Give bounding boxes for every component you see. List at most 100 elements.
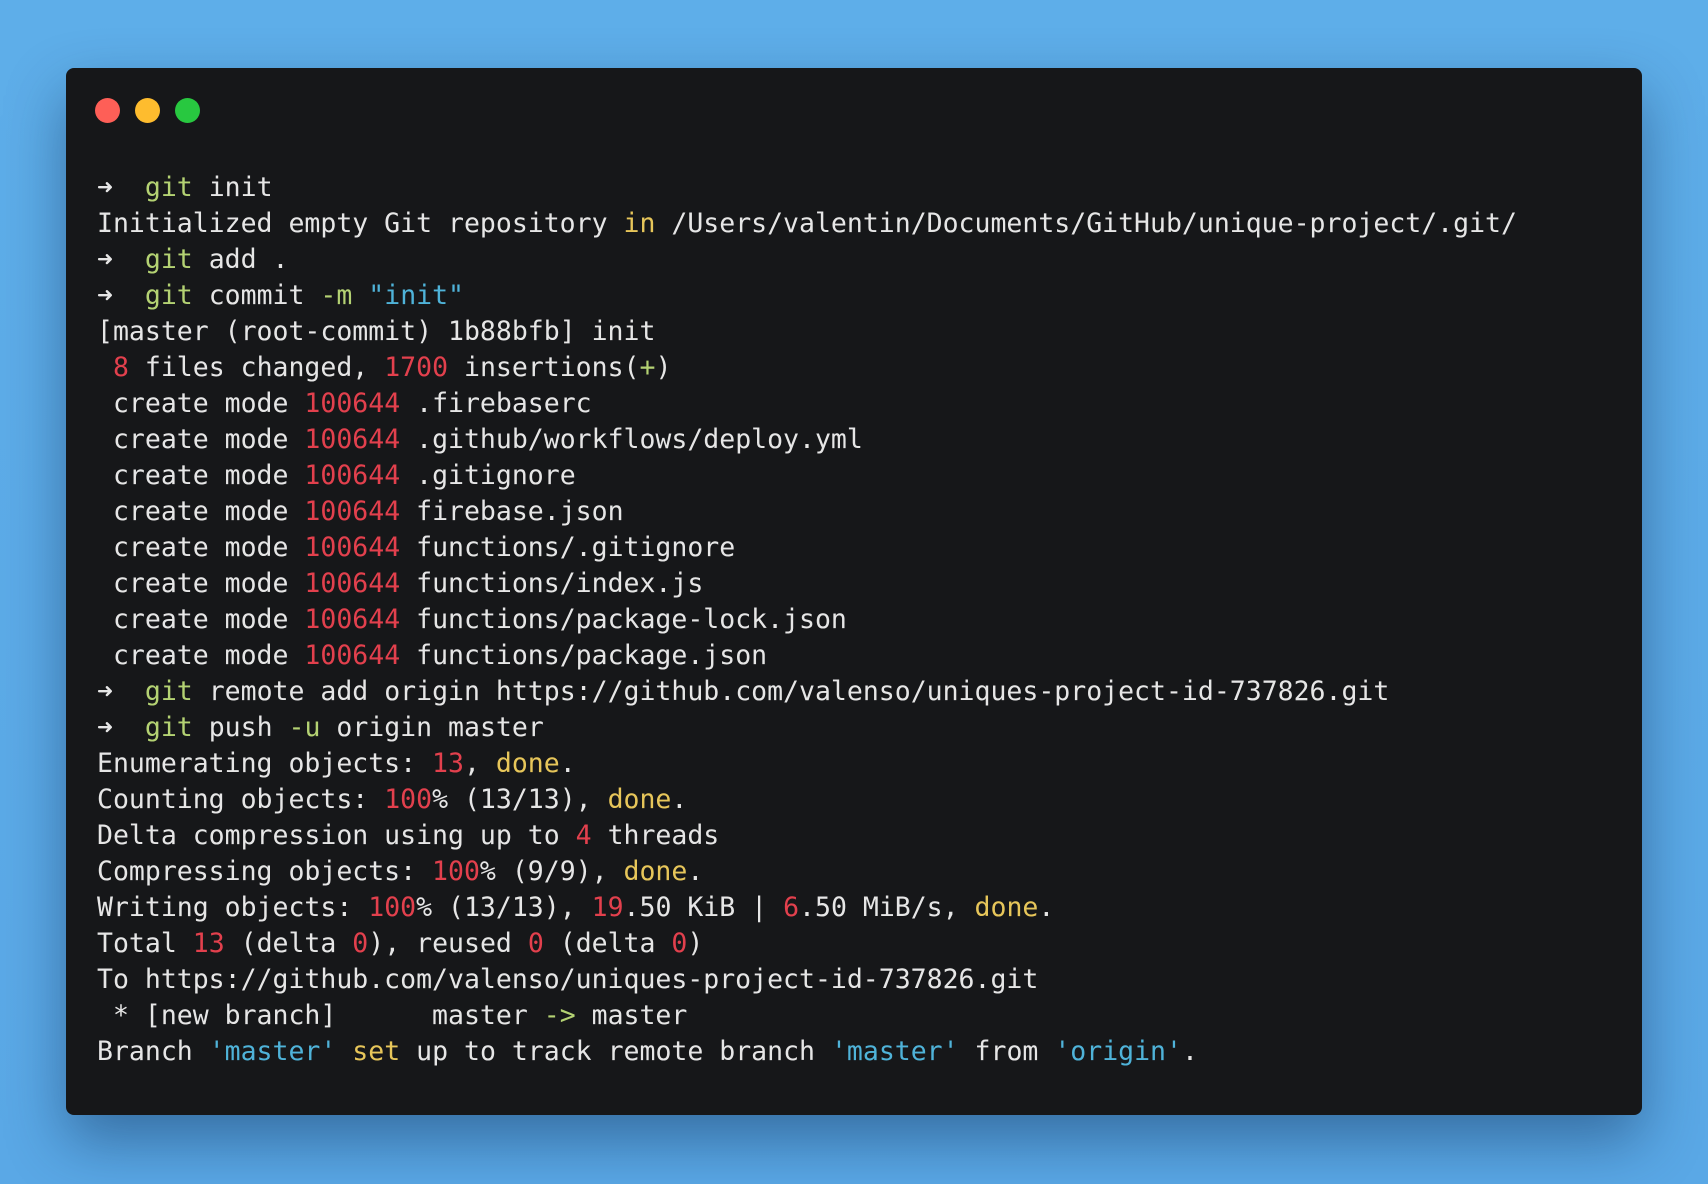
token-text: . bbox=[559, 748, 576, 779]
terminal-line: [master (root-commit) 1b88bfb] init bbox=[97, 314, 1632, 350]
token-text: functions/index.js bbox=[400, 568, 704, 599]
token-num: 100644 bbox=[304, 424, 401, 455]
token-text: . bbox=[687, 856, 704, 887]
token-text: remote add origin https://github.com/val… bbox=[192, 676, 1390, 707]
token-text: . bbox=[671, 784, 688, 815]
token-num: 0 bbox=[352, 928, 369, 959]
terminal-line: Total 13 (delta 0), reused 0 (delta 0) bbox=[97, 926, 1632, 962]
token-text: files changed, bbox=[128, 352, 385, 383]
token-text: ), reused bbox=[368, 928, 528, 959]
token-num: 4 bbox=[575, 820, 592, 851]
terminal-line: Writing objects: 100% (13/13), 19.50 KiB… bbox=[97, 890, 1632, 926]
token-text: create mode bbox=[97, 460, 305, 491]
terminal-line: ➜ git commit -m "init" bbox=[97, 278, 1632, 314]
token-num: 100644 bbox=[304, 532, 401, 563]
token-text: /Users/valentin/Documents/GitHub/unique-… bbox=[655, 208, 1517, 239]
token-num: 100644 bbox=[304, 460, 401, 491]
token-text: (delta bbox=[224, 928, 353, 959]
zoom-button[interactable] bbox=[175, 98, 200, 123]
token-text: Compressing objects: bbox=[97, 856, 433, 887]
token-flag: -> bbox=[543, 1000, 576, 1031]
minimize-button[interactable] bbox=[135, 98, 160, 123]
token-text: % (9/9), bbox=[479, 856, 624, 887]
token-text: ➜ bbox=[97, 676, 145, 707]
token-kw: in bbox=[623, 208, 656, 239]
token-plus: + bbox=[639, 352, 656, 383]
token-text: .50 MiB/s, bbox=[799, 892, 975, 923]
terminal-line: create mode 100644 .gitignore bbox=[97, 458, 1632, 494]
token-text: insertions( bbox=[448, 352, 640, 383]
token-kw: done bbox=[607, 784, 672, 815]
terminal-line: Compressing objects: 100% (9/9), done. bbox=[97, 854, 1632, 890]
token-text: Branch bbox=[97, 1036, 209, 1067]
token-num: 100 bbox=[384, 784, 433, 815]
token-text: add . bbox=[192, 244, 289, 275]
token-num: 0 bbox=[527, 928, 544, 959]
token-text: create mode bbox=[97, 424, 305, 455]
token-str: 'master' bbox=[208, 1036, 337, 1067]
terminal-line: create mode 100644 .firebaserc bbox=[97, 386, 1632, 422]
token-cmd: git bbox=[144, 712, 193, 743]
token-text: create mode bbox=[97, 532, 305, 563]
token-text: commit bbox=[192, 280, 321, 311]
token-text: create mode bbox=[97, 640, 305, 671]
token-text: . bbox=[1038, 892, 1055, 923]
terminal-line: Initialized empty Git repository in /Use… bbox=[97, 206, 1632, 242]
token-text: (delta bbox=[543, 928, 672, 959]
terminal-line: create mode 100644 .github/workflows/dep… bbox=[97, 422, 1632, 458]
token-text: ➜ bbox=[97, 172, 145, 203]
terminal-line: 8 files changed, 1700 insertions(+) bbox=[97, 350, 1632, 386]
token-flag: -m bbox=[320, 280, 353, 311]
token-text: functions/package.json bbox=[400, 640, 768, 671]
token-num: 6 bbox=[783, 892, 800, 923]
terminal-window: ➜ git init Initialized empty Git reposito… bbox=[66, 68, 1642, 1115]
token-text: up to track remote branch bbox=[400, 1036, 831, 1067]
token-text: .gitignore bbox=[400, 460, 576, 491]
token-cmd: git bbox=[144, 676, 193, 707]
token-text: Total bbox=[97, 928, 193, 959]
token-num: 100644 bbox=[304, 568, 401, 599]
terminal-line: Delta compression using up to 4 threads bbox=[97, 818, 1632, 854]
token-num: 100644 bbox=[304, 604, 401, 635]
token-text: from bbox=[958, 1036, 1055, 1067]
token-text: functions/package-lock.json bbox=[400, 604, 847, 635]
token-text: create mode bbox=[97, 496, 305, 527]
token-num: 13 bbox=[192, 928, 225, 959]
token-text: * [new branch] master bbox=[97, 1000, 544, 1031]
token-text: threads bbox=[591, 820, 720, 851]
close-button[interactable] bbox=[95, 98, 120, 123]
token-text: Enumerating objects: bbox=[97, 748, 433, 779]
token-text: origin master bbox=[320, 712, 544, 743]
token-text: create mode bbox=[97, 604, 305, 635]
terminal-line: ➜ git remote add origin https://github.c… bbox=[97, 674, 1632, 710]
terminal-line: ➜ git add . bbox=[97, 242, 1632, 278]
terminal-line: * [new branch] master -> master bbox=[97, 998, 1632, 1034]
token-text: master bbox=[575, 1000, 688, 1031]
terminal-line: create mode 100644 functions/package-loc… bbox=[97, 602, 1632, 638]
terminal-line: Counting objects: 100% (13/13), done. bbox=[97, 782, 1632, 818]
terminal-line: Branch 'master' set up to track remote b… bbox=[97, 1034, 1632, 1070]
terminal-output[interactable]: ➜ git init Initialized empty Git reposito… bbox=[97, 170, 1632, 1070]
token-cmd: git bbox=[144, 244, 193, 275]
token-kw: set bbox=[352, 1036, 401, 1067]
terminal-line: ➜ git init bbox=[97, 170, 1632, 206]
token-text: ➜ bbox=[97, 280, 145, 311]
token-num: 100644 bbox=[304, 388, 401, 419]
token-text: ➜ bbox=[97, 712, 145, 743]
terminal-line: create mode 100644 functions/index.js bbox=[97, 566, 1632, 602]
token-text: . bbox=[1181, 1036, 1198, 1067]
token-num: 100 bbox=[432, 856, 480, 887]
token-num: 13 bbox=[432, 748, 464, 779]
token-text: init bbox=[192, 172, 273, 203]
token-text: .50 KiB | bbox=[623, 892, 784, 923]
token-text: push bbox=[192, 712, 289, 743]
token-text: % (13/13), bbox=[416, 892, 592, 923]
terminal-line: Enumerating objects: 13, done. bbox=[97, 746, 1632, 782]
token-num: 8 bbox=[112, 352, 129, 383]
token-text: firebase.json bbox=[400, 496, 624, 527]
token-num: 0 bbox=[671, 928, 688, 959]
token-kw: done bbox=[974, 892, 1039, 923]
token-text: To https://github.com/valenso/uniques-pr… bbox=[97, 964, 1039, 995]
terminal-line: ➜ git push -u origin master bbox=[97, 710, 1632, 746]
